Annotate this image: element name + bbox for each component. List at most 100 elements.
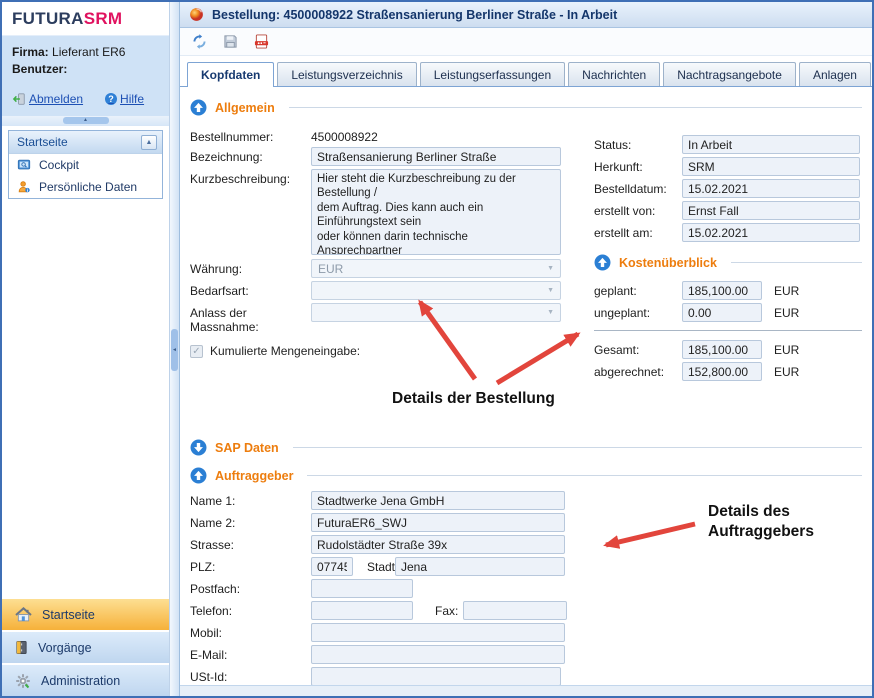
bottom-nav-label: Administration (41, 674, 120, 688)
logout-link[interactable]: Abmelden (12, 92, 83, 106)
save-button[interactable] (222, 33, 239, 50)
fax-input[interactable] (463, 601, 567, 620)
kurzbeschreibung-textarea[interactable]: Hier steht die Kurzbeschreibung zu der B… (311, 169, 561, 255)
refresh-button[interactable] (191, 33, 208, 50)
section-expand-icon[interactable] (190, 439, 207, 456)
bestellnummer-value: 4500008922 (311, 127, 378, 144)
tab-content: Allgemein Bestellnummer: 4500008922 Beze… (180, 87, 872, 685)
geplant-input[interactable] (682, 281, 762, 300)
erstellt-von-label: erstellt von: (594, 201, 682, 218)
check-icon: ✓ (192, 346, 200, 357)
logo-primary: FUTURA (12, 9, 84, 28)
gesamt-unit: EUR (762, 340, 799, 357)
sidebar-horizontal-splitter[interactable]: ▲ (2, 116, 169, 126)
ustid-label: USt-Id: (190, 667, 311, 684)
person-icon (17, 180, 31, 194)
page-title: Bestellung: 4500008922 Straßensanierung … (212, 8, 617, 22)
stadt-label: Stadt: (353, 557, 395, 574)
tab-nachtragsangebote[interactable]: Nachtragsangebote (663, 62, 796, 86)
plz-input[interactable] (311, 557, 353, 576)
telefon-input[interactable] (311, 601, 413, 620)
tab-anlagen[interactable]: Anlagen (799, 62, 871, 86)
bestelldatum-input[interactable] (682, 179, 860, 198)
erstellt-am-input[interactable] (682, 223, 860, 242)
postfach-input[interactable] (311, 579, 413, 598)
waehrung-label: Währung: (190, 259, 311, 276)
tab-nachrichten[interactable]: Nachrichten (568, 62, 660, 86)
bottom-nav-label: Startseite (42, 608, 95, 622)
bedarfsart-label: Bedarfsart: (190, 281, 311, 298)
erstellt-von-input[interactable] (682, 201, 860, 220)
section-collapse-icon[interactable] (190, 99, 207, 116)
anlass-label: Anlass der Massnahme: (190, 303, 311, 334)
section-rule (731, 262, 862, 263)
email-label: E-Mail: (190, 645, 311, 662)
section-auftraggeber-header: Auftraggeber (190, 467, 862, 484)
annotation-details-auftraggeber: Details des Auftraggebers (708, 502, 872, 542)
tab-leistungsverzeichnis[interactable]: Leistungsverzeichnis (277, 62, 416, 86)
name2-input[interactable] (311, 513, 565, 532)
status-input[interactable] (682, 135, 860, 154)
section-sap-header: SAP Daten (190, 439, 862, 456)
footer-strip (180, 685, 872, 696)
binder-icon (15, 640, 28, 655)
ustid-input[interactable] (311, 667, 561, 685)
strasse-label: Strasse: (190, 535, 311, 552)
kumulierte-mengeneingabe-checkbox[interactable]: ✓ (190, 345, 203, 358)
mobil-label: Mobil: (190, 623, 311, 640)
bestelldatum-label: Bestelldatum: (594, 179, 682, 196)
name1-input[interactable] (311, 491, 565, 510)
sidebar-item-persoenliche-daten[interactable]: Persönliche Daten (9, 176, 162, 198)
section-title: SAP Daten (215, 441, 279, 455)
anlass-select[interactable]: ▼ (311, 303, 561, 322)
bezeichnung-label: Bezeichnung: (190, 147, 311, 164)
abgerechnet-label: abgerechnet: (594, 362, 682, 379)
sidebar-item-label: Persönliche Daten (39, 180, 137, 194)
geplant-unit: EUR (762, 281, 799, 298)
bottom-nav-administration[interactable]: Administration (2, 663, 169, 696)
fax-label: Fax: (413, 601, 463, 618)
chevron-down-icon: ▼ (547, 265, 554, 272)
document-title-bar: Bestellung: 4500008922 Straßensanierung … (180, 2, 872, 28)
gesamt-input[interactable] (682, 340, 762, 359)
stadt-input[interactable] (395, 557, 565, 576)
name1-label: Name 1: (190, 491, 311, 508)
panel-collapse-button[interactable]: ▲ (141, 135, 157, 150)
postfach-label: Postfach: (190, 579, 311, 596)
cockpit-icon (17, 158, 31, 172)
chevron-down-icon: ▼ (547, 309, 554, 316)
ungeplant-input[interactable] (682, 303, 762, 322)
strasse-input[interactable] (311, 535, 565, 554)
section-collapse-icon[interactable] (594, 254, 611, 271)
section-title: Kostenüberblick (619, 256, 717, 270)
tab-kopfdaten[interactable]: Kopfdaten (187, 62, 274, 87)
export-pdf-button[interactable] (253, 33, 270, 50)
waehrung-select[interactable]: EUR ▼ (311, 259, 561, 278)
bottom-nav-startseite[interactable]: Startseite (2, 597, 169, 630)
section-collapse-icon[interactable] (190, 467, 207, 484)
logout-label: Abmelden (29, 92, 83, 106)
splitter-handle-left-icon[interactable]: ◄ (171, 329, 178, 371)
tab-leistungserfassungen[interactable]: Leistungserfassungen (420, 62, 565, 86)
mobil-input[interactable] (311, 623, 565, 642)
erstellt-am-label: erstellt am: (594, 223, 682, 240)
help-link[interactable]: ? Hilfe (105, 92, 144, 106)
sidebar-item-cockpit[interactable]: Cockpit (9, 154, 162, 176)
refresh-icon (192, 34, 207, 49)
abgerechnet-input[interactable] (682, 362, 762, 381)
bedarfsart-select[interactable]: ▼ (311, 281, 561, 300)
splitter-handle-up-icon[interactable]: ▲ (63, 117, 109, 124)
plz-label: PLZ: (190, 557, 311, 574)
herkunft-input[interactable] (682, 157, 860, 176)
status-label: Status: (594, 135, 682, 152)
sidebar-item-label: Cockpit (39, 158, 79, 172)
bottom-nav-vorgaenge[interactable]: Vorgänge (2, 630, 169, 663)
bezeichnung-input[interactable] (311, 147, 561, 166)
email-input[interactable] (311, 645, 565, 664)
startseite-panel-title: Startseite (17, 135, 68, 149)
sidebar-splitter[interactable]: ◄ (169, 2, 180, 696)
kurzbeschreibung-label: Kurzbeschreibung: (190, 169, 311, 186)
benutzer-line: Benutzer: (12, 62, 159, 76)
logout-icon (12, 92, 26, 106)
telefon-label: Telefon: (190, 601, 311, 618)
